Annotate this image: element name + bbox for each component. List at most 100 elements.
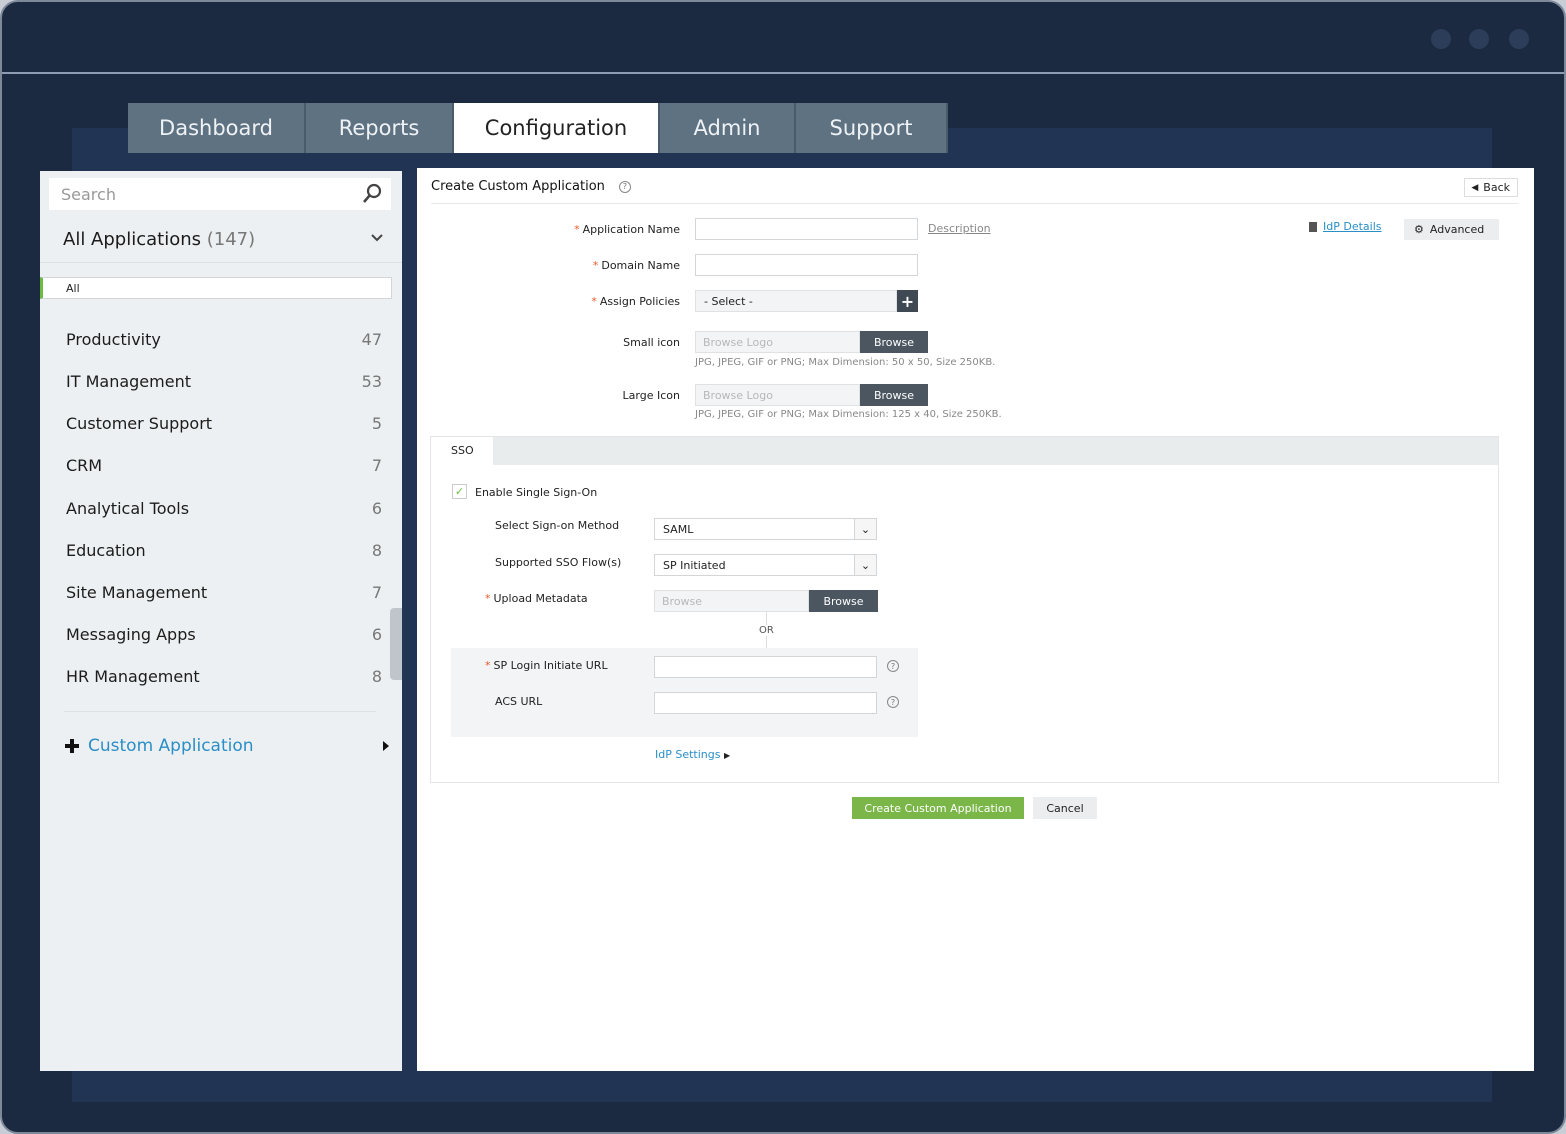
idp-settings-link[interactable]: IdP Settings ▶ [655, 748, 730, 761]
sign-on-method-label: Select Sign-on Method [495, 519, 620, 532]
item-label: Productivity [66, 329, 161, 349]
tab-support[interactable]: Support [796, 103, 948, 153]
item-count: 7 [371, 582, 382, 602]
search-placeholder: Search [61, 184, 116, 204]
large-icon-hint: JPG, JPEG, GIF or PNG; Max Dimension: 12… [695, 409, 1002, 420]
metadata-file-input[interactable]: Browse [654, 590, 809, 612]
assign-policies-select[interactable]: - Select - [695, 290, 897, 312]
create-custom-application-button[interactable]: Create Custom Application [852, 797, 1024, 819]
item-count: 8 [371, 540, 382, 560]
help-icon[interactable]: ? [887, 696, 899, 708]
sso-flows-select[interactable]: SP Initiated ⌄ [654, 554, 877, 576]
plus-icon: + [900, 291, 915, 311]
sp-login-url-label: * SP Login Initiate URL [485, 659, 608, 672]
or-separator: OR [759, 625, 774, 636]
chevron-down-icon: ⌄ [854, 555, 876, 575]
url-section: * SP Login Initiate URL ? ACS URL ? [451, 648, 918, 737]
sidebar-item-messaging-apps[interactable]: Messaging Apps 6 [40, 614, 392, 654]
item-count: 8 [371, 666, 382, 686]
domain-name-input[interactable] [695, 254, 918, 276]
large-icon-file-input[interactable]: Browse Logo [695, 384, 860, 406]
small-icon-file-input[interactable]: Browse Logo [695, 331, 860, 353]
sidebar-item-hr-management[interactable]: HR Management 8 [40, 656, 392, 696]
help-icon[interactable]: ? [887, 660, 899, 672]
item-label: HR Management [66, 666, 200, 686]
sidebar-item-site-management[interactable]: Site Management 7 [40, 572, 392, 612]
add-policy-button[interactable]: + [897, 290, 918, 312]
check-icon: ✓ [454, 485, 465, 498]
all-applications-label: All Applications [63, 229, 201, 250]
gear-icon: ⚙ [1414, 223, 1424, 236]
back-button[interactable]: ◀ Back [1464, 178, 1518, 197]
tab-admin[interactable]: Admin [660, 103, 796, 153]
divider [64, 711, 376, 712]
application-name-input[interactable] [695, 218, 918, 240]
acs-url-label: ACS URL [495, 695, 543, 708]
small-icon-hint: JPG, JPEG, GIF or PNG; Max Dimension: 50… [695, 357, 996, 368]
sp-login-url-input[interactable] [654, 656, 877, 678]
description-link[interactable]: Description [928, 222, 991, 235]
item-count: 6 [371, 498, 382, 518]
all-applications-header[interactable]: All Applications (147) [63, 229, 255, 250]
tab-reports[interactable]: Reports [306, 103, 454, 153]
cancel-button[interactable]: Cancel [1033, 797, 1097, 819]
item-count: 47 [361, 329, 382, 349]
tab-dashboard[interactable]: Dashboard [128, 103, 306, 153]
item-label: Education [66, 540, 146, 560]
item-count: 7 [371, 455, 382, 475]
sso-panel: SSO ✓ Enable Single Sign-On Select Sign-… [430, 436, 1499, 783]
search-icon[interactable] [361, 183, 383, 205]
back-label: Back [1483, 181, 1510, 194]
page-title: Create Custom Application [431, 179, 605, 194]
main-nav-tabs: Dashboard Reports Configuration Admin Su… [128, 103, 948, 153]
small-icon-browse-button[interactable]: Browse [860, 331, 928, 353]
sidebar-item-education[interactable]: Education 8 [40, 530, 392, 570]
sidebar-item-customer-support[interactable]: Customer Support 5 [40, 403, 392, 443]
metadata-browse-button[interactable]: Browse [809, 590, 878, 612]
window-dot[interactable] [1469, 29, 1489, 49]
advanced-label: Advanced [1429, 223, 1485, 236]
chevron-left-icon: ◀ [1471, 182, 1479, 193]
sso-flows-label: Supported SSO Flow(s) [495, 556, 622, 569]
search-input[interactable]: Search [49, 178, 391, 210]
chevron-down-icon[interactable] [370, 231, 384, 245]
window-dot[interactable] [1509, 29, 1529, 49]
acs-url-input[interactable] [654, 692, 877, 714]
sidebar-item-productivity[interactable]: Productivity 47 [40, 319, 392, 359]
enable-sso-checkbox[interactable]: ✓ [452, 484, 467, 499]
application-name-label: * Application Name [574, 223, 680, 236]
divider [431, 203, 1518, 204]
advanced-button[interactable]: ⚙ Advanced [1404, 219, 1499, 240]
window-dot[interactable] [1431, 29, 1451, 49]
assign-policies-value: - Select - [704, 294, 753, 308]
sidebar-item-it-management[interactable]: IT Management 53 [40, 361, 392, 401]
sso-flows-value: SP Initiated [663, 558, 726, 572]
sign-on-method-select[interactable]: SAML ⌄ [654, 518, 877, 540]
sso-tabbar [431, 437, 1498, 465]
item-label: IT Management [66, 371, 191, 391]
idp-details-link[interactable]: IdP Details [1309, 220, 1382, 233]
item-count: 5 [371, 413, 382, 433]
domain-name-label: * Domain Name [592, 259, 680, 272]
chevron-down-icon: ⌄ [854, 519, 876, 539]
title-bar [2, 2, 1564, 74]
custom-application-label: Custom Application [88, 736, 254, 756]
sidebar-collapse-handle[interactable] [390, 608, 402, 680]
tab-sso[interactable]: SSO [431, 437, 493, 466]
item-label: Customer Support [66, 413, 213, 433]
plus-icon [65, 739, 79, 753]
tab-configuration[interactable]: Configuration [454, 103, 660, 153]
sidebar-item-all[interactable]: All [40, 277, 392, 299]
item-label: All [66, 281, 80, 295]
help-icon[interactable]: ? [618, 180, 631, 193]
upload-metadata-label: * Upload Metadata [485, 592, 588, 605]
large-icon-label: Large Icon [622, 389, 680, 402]
item-label: Analytical Tools [66, 498, 190, 518]
large-icon-browse-button[interactable]: Browse [860, 384, 928, 406]
caret-right-icon: ▶ [723, 751, 731, 760]
custom-application-link[interactable]: Custom Application [65, 736, 390, 756]
item-count: 6 [371, 624, 382, 644]
sidebar-item-crm[interactable]: CRM 7 [40, 445, 392, 485]
idp-settings-label: IdP Settings [655, 748, 721, 761]
sidebar-item-analytical-tools[interactable]: Analytical Tools 6 [40, 488, 392, 528]
